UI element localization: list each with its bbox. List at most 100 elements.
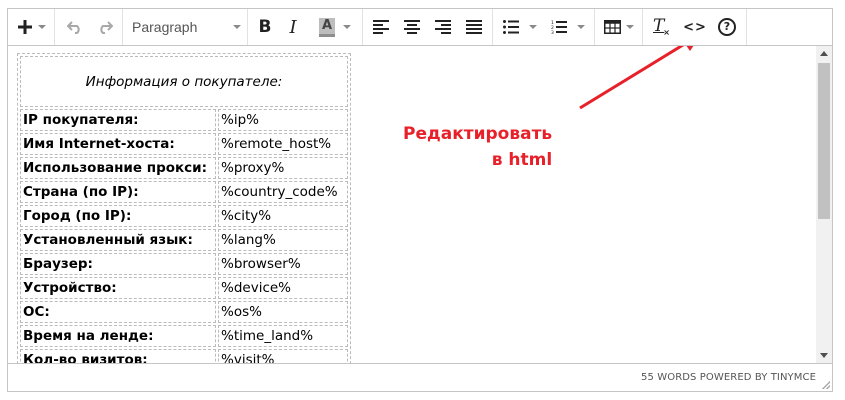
chevron-down-icon bbox=[343, 25, 351, 29]
row-value: %country_code% bbox=[218, 181, 348, 203]
undo-icon bbox=[67, 21, 80, 34]
bold-button[interactable]: B bbox=[252, 13, 278, 41]
table-row: Время на ленде: %time_land% bbox=[20, 325, 348, 347]
align-left-button[interactable] bbox=[367, 13, 395, 41]
table-row: IP покупателя: %ip% bbox=[20, 109, 348, 131]
row-value: %ip% bbox=[218, 109, 348, 131]
annotation-arrow bbox=[579, 46, 694, 110]
plus-icon bbox=[17, 20, 32, 34]
text-color-icon: A bbox=[319, 17, 335, 37]
table-row: Устройство: %device% bbox=[20, 277, 348, 299]
align-center-button[interactable] bbox=[398, 13, 426, 41]
buyer-info-table: Информация о покупателе: IP покупателя:%… bbox=[17, 53, 351, 363]
numbered-list-icon: 1 2 3 bbox=[551, 20, 567, 35]
table-row: Браузер: %browser% bbox=[20, 253, 348, 275]
align-justify-icon bbox=[466, 20, 482, 34]
annotation-line-2: в html bbox=[491, 150, 553, 170]
italic-button[interactable]: I bbox=[280, 13, 306, 41]
vertical-scrollbar[interactable] bbox=[816, 46, 832, 363]
rich-text-editor: Paragraph B I A 1 2 3 T × <> ? Информаци… bbox=[7, 8, 833, 392]
table-row: ОС: %os% bbox=[20, 301, 348, 323]
chevron-down-icon bbox=[626, 25, 634, 29]
row-label: ОС: bbox=[20, 301, 216, 323]
table-row: Город (по IP): %city% bbox=[20, 205, 348, 227]
table-header-row: Информация о покупателе: bbox=[20, 56, 348, 107]
align-justify-button[interactable] bbox=[460, 13, 488, 41]
table-row: Имя Internet-хоста: %remote_host% bbox=[20, 133, 348, 155]
clear-formatting-icon: T × bbox=[653, 16, 670, 37]
table-icon bbox=[604, 20, 621, 34]
row-value: %os% bbox=[218, 301, 348, 323]
table-header-cell: Информация о покупателе: bbox=[20, 56, 348, 107]
editor-toolbar: Paragraph B I A 1 2 3 T × <> ? bbox=[8, 9, 832, 46]
extra-group: T × <> ? bbox=[643, 9, 747, 45]
annotation-text: Редактировать в html bbox=[403, 121, 552, 173]
row-label: Время на ленде: bbox=[20, 325, 216, 347]
row-value: %browser% bbox=[218, 253, 348, 275]
row-value: %device% bbox=[218, 277, 348, 299]
table-button[interactable] bbox=[599, 13, 639, 41]
align-right-icon bbox=[435, 20, 451, 34]
scroll-up-arrow-icon[interactable] bbox=[820, 51, 828, 56]
row-label: IP покупателя: bbox=[20, 109, 216, 131]
chevron-down-icon bbox=[37, 25, 46, 29]
row-label: Имя Internet-хоста: bbox=[20, 133, 216, 155]
table-row: Использование прокси: %proxy% bbox=[20, 157, 348, 179]
code-icon: <> bbox=[683, 19, 707, 35]
table-row: Страна (по IP): %country_code% bbox=[20, 181, 348, 203]
redo-icon bbox=[100, 21, 113, 34]
row-label: Страна (по IP): bbox=[20, 181, 216, 203]
block-format-select[interactable]: Paragraph bbox=[126, 13, 241, 41]
numbered-list-button[interactable]: 1 2 3 bbox=[545, 13, 591, 41]
text-color-button[interactable]: A bbox=[312, 13, 358, 41]
undo-button[interactable] bbox=[61, 13, 89, 41]
svg-text:3: 3 bbox=[551, 30, 554, 35]
bullet-list-button[interactable] bbox=[497, 13, 543, 41]
word-count: 55 WORDS POWERED BY TINYMCE bbox=[641, 372, 816, 383]
source-code-button[interactable]: <> bbox=[681, 13, 709, 41]
arrow-shaft bbox=[579, 46, 685, 110]
block-format-value: Paragraph bbox=[132, 19, 198, 35]
table-row: Установленный язык: %lang% bbox=[20, 229, 348, 251]
table-row: Кол-во визитов: %visit% bbox=[20, 349, 348, 363]
chevron-down-icon bbox=[577, 25, 585, 29]
redo-button[interactable] bbox=[91, 13, 119, 41]
italic-label: I bbox=[289, 16, 297, 38]
row-label: Браузер: bbox=[20, 253, 216, 275]
row-value: %time_land% bbox=[218, 325, 348, 347]
row-value: %city% bbox=[218, 205, 348, 227]
clear-formatting-button[interactable]: T × bbox=[647, 13, 675, 41]
insert-button[interactable] bbox=[12, 13, 50, 41]
chevron-down-icon bbox=[529, 25, 537, 29]
editor-statusbar: 55 WORDS POWERED BY TINYMCE bbox=[8, 363, 832, 391]
format-group: Paragraph bbox=[123, 9, 248, 45]
align-left-icon bbox=[373, 20, 389, 34]
chevron-down-icon bbox=[233, 25, 241, 29]
annotation-line-1: Редактировать bbox=[403, 124, 553, 144]
list-group: 1 2 3 bbox=[493, 9, 595, 45]
row-label: Кол-во визитов: bbox=[20, 349, 216, 363]
row-value: %remote_host% bbox=[218, 133, 348, 155]
editor-content[interactable]: Информация о покупателе: IP покупателя:%… bbox=[8, 46, 816, 363]
align-center-icon bbox=[404, 20, 420, 34]
history-group bbox=[55, 9, 123, 45]
row-value: %visit% bbox=[218, 349, 348, 363]
row-value: %proxy% bbox=[218, 157, 348, 179]
row-label: Установленный язык: bbox=[20, 229, 216, 251]
align-right-button[interactable] bbox=[429, 13, 457, 41]
help-icon: ? bbox=[718, 18, 736, 36]
scroll-thumb[interactable] bbox=[818, 63, 830, 219]
scroll-down-arrow-icon[interactable] bbox=[820, 353, 828, 358]
bold-label: B bbox=[258, 17, 272, 37]
text-style-group: B I A bbox=[248, 9, 363, 45]
row-label: Город (по IP): bbox=[20, 205, 216, 227]
row-value: %lang% bbox=[218, 229, 348, 251]
help-button[interactable]: ? bbox=[713, 13, 741, 41]
insert-group bbox=[8, 9, 55, 45]
alignment-group bbox=[363, 9, 493, 45]
row-label: Устройство: bbox=[20, 277, 216, 299]
row-label: Использование прокси: bbox=[20, 157, 216, 179]
resize-handle-icon[interactable] bbox=[822, 381, 830, 389]
bullet-list-icon bbox=[503, 20, 519, 34]
table-group bbox=[595, 9, 643, 45]
